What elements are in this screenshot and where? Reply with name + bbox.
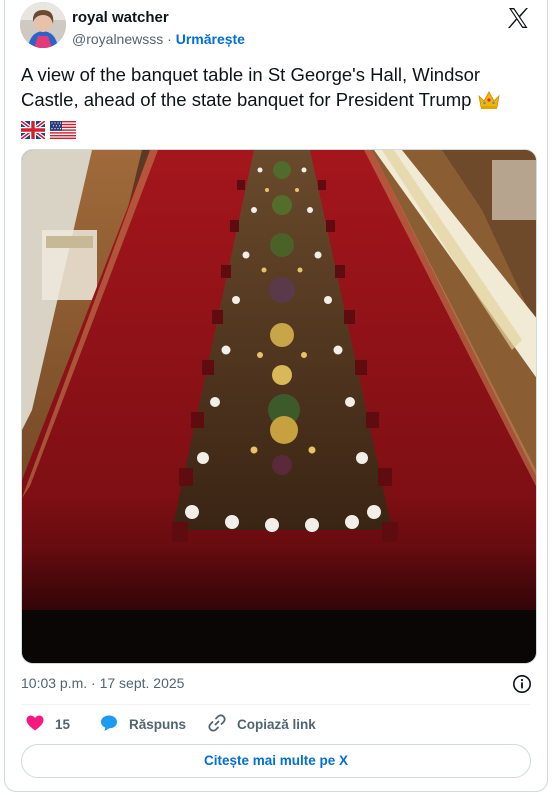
author-display-name[interactable]: royal watcher [72, 9, 169, 26]
banquet-hall-photo[interactable] [21, 149, 537, 664]
author-handle-line: @royalnewsss · Urmărește [72, 31, 245, 47]
tweet-body: A view of the banquet table in St George… [21, 64, 481, 110]
copy-link-label: Copiază link [237, 716, 316, 732]
like-count: 15 [55, 716, 71, 732]
copy-link-button[interactable]: Copiază link [207, 712, 316, 736]
speech-bubble-icon [99, 713, 129, 736]
handle-separator: · [167, 31, 172, 47]
x-logo-icon[interactable] [506, 6, 530, 30]
flag-united-kingdom-icon [19, 119, 47, 145]
author-handle[interactable]: @royalnewsss [72, 31, 163, 47]
tweet-embed-card: royal watcher @royalnewsss · Urmărește A… [4, 0, 548, 792]
like-button[interactable]: 15 [25, 712, 70, 736]
heart-icon [25, 713, 55, 736]
tweet-timestamp[interactable]: 10:03 p.m. · 17 sept. 2025 [21, 675, 184, 691]
tweet-text: A view of the banquet table in St George… [19, 62, 541, 145]
link-icon [207, 713, 237, 736]
info-icon[interactable] [512, 674, 532, 694]
crown-icon [477, 90, 501, 116]
tweet-header: royal watcher @royalnewsss · Urmărește [20, 2, 532, 50]
read-more-button[interactable]: Citește mai multe pe X [21, 744, 531, 778]
reply-label: Răspuns [129, 716, 187, 732]
reply-button[interactable]: Răspuns [99, 712, 186, 736]
divider [21, 704, 531, 705]
avatar[interactable] [20, 2, 66, 48]
tweet-actions: 15 Răspuns Copiază link [21, 712, 531, 736]
follow-button[interactable]: Urmărește [176, 31, 245, 47]
flag-united-states-icon [50, 120, 77, 145]
